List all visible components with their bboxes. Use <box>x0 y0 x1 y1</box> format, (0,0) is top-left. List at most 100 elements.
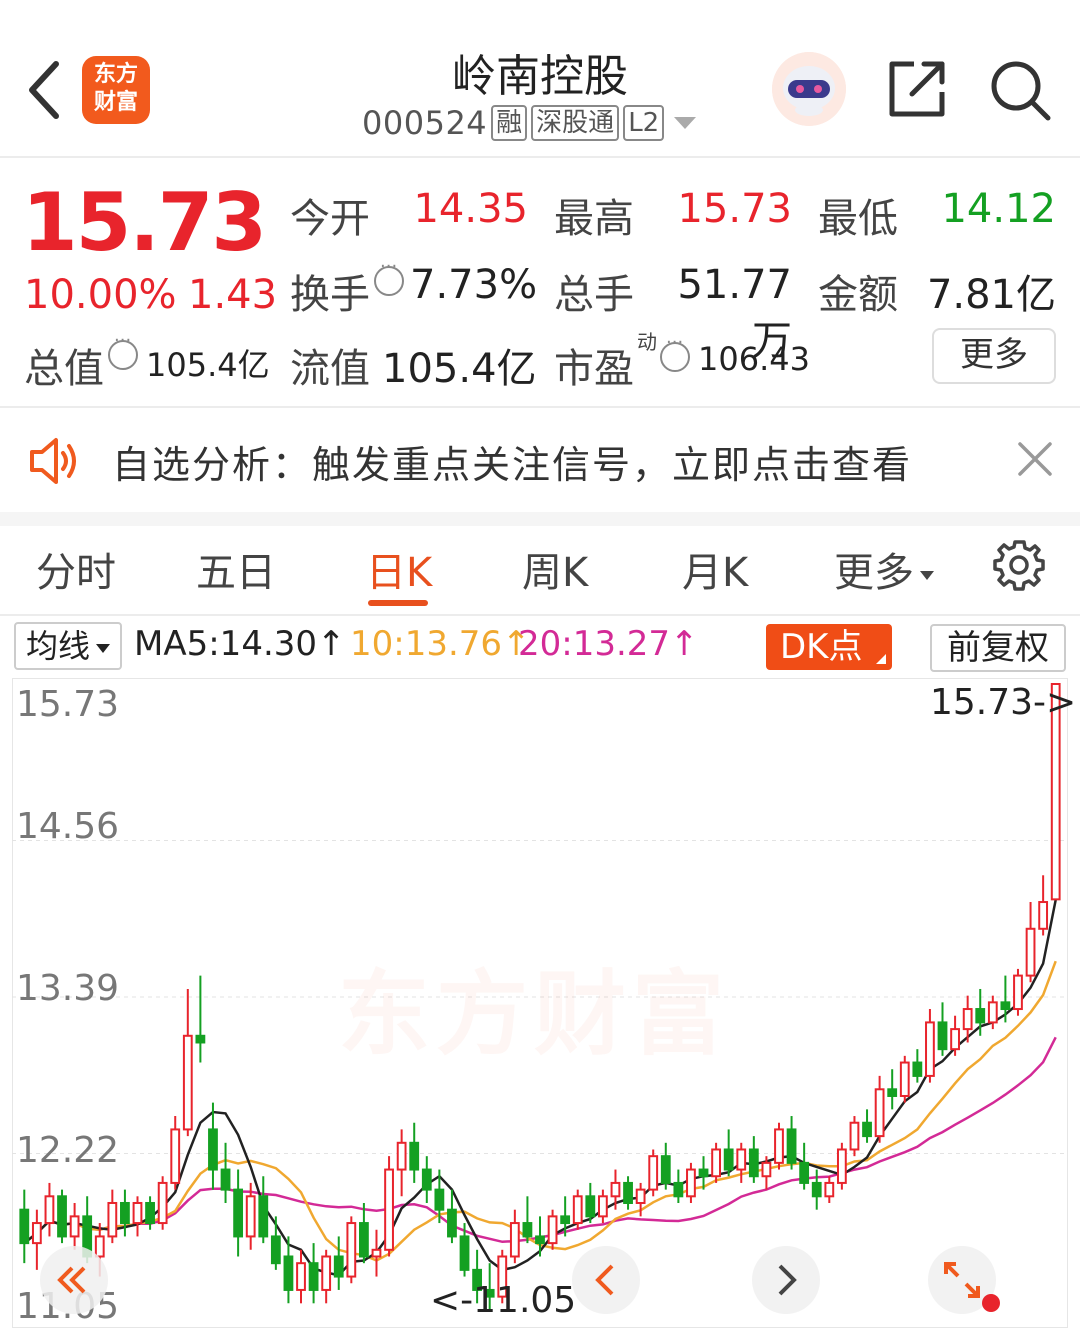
candle <box>987 1001 998 1024</box>
candle <box>157 1181 168 1225</box>
speaker-icon <box>30 438 76 484</box>
turnover-info-icon[interactable] <box>374 256 404 296</box>
candle <box>748 1148 759 1178</box>
tag-connect: 深股通 <box>531 105 620 141</box>
pe-label: 市盈 <box>554 346 634 392</box>
notice-text[interactable]: 自选分析：触发重点关注信号，立即点击查看 <box>112 434 912 489</box>
candle <box>44 1195 55 1225</box>
more-quote-button[interactable]: 更多 <box>932 328 1056 384</box>
candle <box>560 1215 571 1225</box>
close-icon[interactable] <box>1014 438 1056 480</box>
indicator-select-label: 均线 <box>26 627 91 665</box>
tab-more[interactable]: 更多 <box>834 540 934 598</box>
candle <box>962 1008 973 1031</box>
candle <box>660 1155 671 1184</box>
candle <box>195 1034 206 1044</box>
candle <box>182 1034 193 1131</box>
tag-l2: L2 <box>623 105 665 141</box>
mktcap-info-icon[interactable] <box>108 330 138 370</box>
candle <box>270 1235 281 1265</box>
scroll-right-button[interactable] <box>752 1246 820 1314</box>
candle <box>635 1188 646 1204</box>
candle <box>975 1008 986 1024</box>
mktcap-value: 105.4亿 <box>146 346 270 384</box>
candle <box>333 1255 344 1278</box>
tab-day-k[interactable]: 日K <box>366 540 432 598</box>
float-value: 105.4亿 <box>382 346 537 392</box>
candle <box>522 1222 533 1238</box>
low-value: 14.12 <box>941 186 1056 232</box>
candle <box>597 1195 608 1218</box>
pe-dynamic-mark: 动 <box>637 330 657 354</box>
candle <box>623 1181 633 1204</box>
candle <box>572 1195 583 1225</box>
y-label-4: 12.22 <box>16 1130 120 1171</box>
change-percent: 10.00% <box>24 272 177 318</box>
turnover-value: 7.73% <box>410 262 538 308</box>
candle <box>824 1181 835 1198</box>
tab-five-day[interactable]: 五日 <box>196 540 276 598</box>
tab-intraday[interactable]: 分时 <box>36 540 116 598</box>
stock-code-row[interactable]: 000524 融 深股通 L2 <box>362 103 697 143</box>
candle <box>648 1155 659 1191</box>
scroll-left-button[interactable] <box>572 1246 640 1314</box>
candle <box>19 1208 30 1245</box>
chevron-down-icon <box>920 570 934 580</box>
candle <box>912 1061 923 1077</box>
candle <box>447 1208 457 1238</box>
amount-label: 金额 <box>818 272 898 318</box>
candle <box>1038 901 1049 930</box>
share-icon[interactable] <box>886 58 948 120</box>
pe-info-icon[interactable] <box>660 332 690 372</box>
tab-month-k[interactable]: 月K <box>682 540 748 598</box>
candle <box>434 1188 445 1211</box>
candle <box>849 1121 860 1151</box>
turnover-label: 换手 <box>290 272 370 318</box>
candle <box>610 1181 621 1198</box>
candle <box>698 1168 709 1178</box>
last-price-marker: 15.73-> <box>930 682 1077 723</box>
candle <box>786 1128 797 1164</box>
tab-week-k[interactable]: 周K <box>522 540 588 598</box>
candle <box>862 1121 872 1138</box>
active-tab-indicator <box>368 600 428 606</box>
candle <box>811 1181 822 1198</box>
chevron-left-icon <box>595 1264 614 1296</box>
candle <box>686 1168 696 1198</box>
header: 东方 财富 岭南控股 000524 融 深股通 L2 <box>0 0 1080 156</box>
candle <box>170 1128 181 1184</box>
candle <box>535 1235 545 1245</box>
candle <box>547 1215 558 1245</box>
candle <box>371 1248 382 1258</box>
candle <box>1025 927 1036 977</box>
gear-icon[interactable] <box>992 538 1046 592</box>
candle <box>283 1255 294 1291</box>
scroll-start-button[interactable] <box>40 1246 108 1314</box>
candle <box>761 1161 772 1178</box>
dk-point-button[interactable]: DK点 <box>766 624 892 670</box>
candle <box>774 1128 784 1164</box>
stock-code: 000524 <box>362 104 488 142</box>
indicator-select[interactable]: 均线 <box>14 622 122 670</box>
high-value: 15.73 <box>677 186 792 232</box>
search-icon[interactable] <box>988 58 1052 122</box>
tab-more-label: 更多 <box>834 550 914 596</box>
candle <box>233 1188 244 1238</box>
candle <box>245 1195 256 1238</box>
section-gap <box>0 512 1080 526</box>
candle <box>421 1168 432 1191</box>
candle <box>107 1201 118 1238</box>
volume-label: 总手 <box>554 272 634 318</box>
period-tabs: 分时 五日 日K 周K 月K 更多 <box>0 528 1080 616</box>
last-price: 15.73 <box>22 176 267 269</box>
mktcap-label: 总值 <box>24 346 104 392</box>
divider <box>0 156 1080 158</box>
candle <box>396 1141 407 1171</box>
adjust-button[interactable]: 前复权 <box>930 624 1066 672</box>
y-label-2: 14.56 <box>16 806 120 847</box>
assistant-robot-icon[interactable] <box>772 52 846 126</box>
candle <box>258 1195 269 1238</box>
notification-dot <box>982 1294 1000 1312</box>
candle <box>1013 974 1023 1011</box>
dropdown-icon <box>674 117 697 129</box>
